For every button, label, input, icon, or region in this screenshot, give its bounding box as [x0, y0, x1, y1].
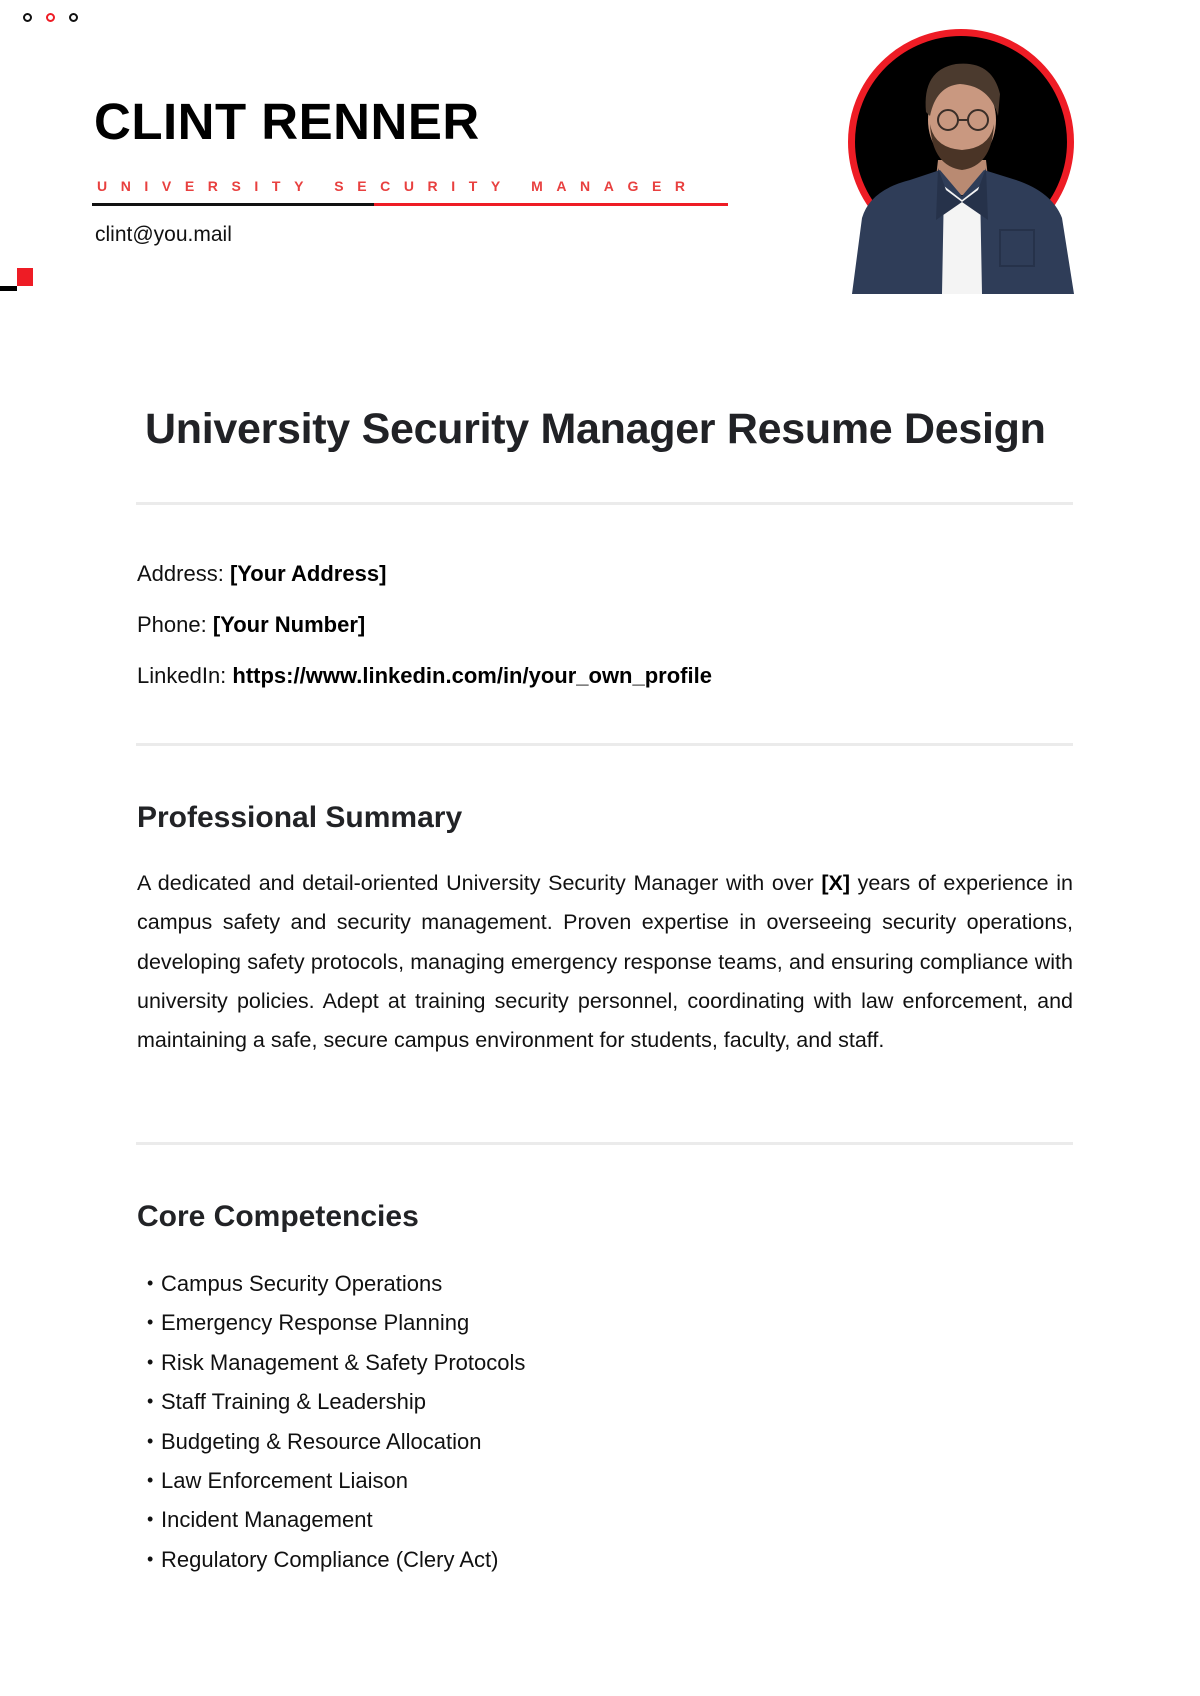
bullet-icon: • — [147, 1273, 154, 1293]
competency-label: Regulatory Compliance (Clery Act) — [161, 1546, 499, 1572]
contact-linkedin: LinkedIn: https://www.linkedin.com/in/yo… — [137, 662, 712, 690]
section-divider — [136, 743, 1073, 746]
competency-label: Emergency Response Planning — [161, 1310, 470, 1336]
summary-text: A dedicated and detail-oriented Universi… — [137, 864, 1073, 1060]
summary-text-before: A dedicated and detail-oriented Universi… — [137, 871, 822, 895]
contact-phone-label: Phone: — [137, 612, 213, 637]
competency-item: • Emergency Response Planning — [147, 1303, 525, 1342]
bullet-icon: • — [147, 1391, 154, 1412]
person-portrait-icon — [852, 63, 1074, 294]
bullet-icon: • — [147, 1351, 154, 1372]
competency-item: • Incident Management — [147, 1500, 525, 1539]
competencies-list: • Campus Security Operations • Emergency R… — [147, 1264, 525, 1579]
bullet-icon: • — [147, 1548, 154, 1569]
contact-address-label: Address: — [137, 561, 230, 586]
contact-linkedin-link[interactable]: https://www.linkedin.com/in/your_own_pro… — [232, 663, 712, 688]
competency-item: • Law Enforcement Liaison — [147, 1461, 525, 1500]
bullet-icon: • — [147, 1509, 154, 1530]
competency-label: Incident Management — [161, 1507, 373, 1533]
competency-item: • Campus Security Operations — [147, 1264, 525, 1303]
bullet-icon: • — [147, 1470, 154, 1491]
competency-item: • Staff Training & Leadership — [147, 1382, 525, 1421]
summary-years-placeholder: [X] — [821, 871, 850, 895]
competency-label: Staff Training & Leadership — [161, 1389, 426, 1415]
competency-label: Budgeting & Resource Allocation — [161, 1428, 482, 1454]
profile-photo — [840, 20, 1085, 294]
summary-heading: Professional Summary — [137, 801, 463, 834]
candidate-name: CLINT RENNER — [94, 93, 480, 150]
header-underline-black — [92, 203, 374, 206]
section-divider — [136, 1142, 1073, 1145]
competency-label: Campus Security Operations — [161, 1271, 443, 1296]
section-divider — [136, 502, 1073, 505]
candidate-email: clint@you.mail — [95, 223, 232, 246]
competencies-heading: Core Competencies — [137, 1200, 419, 1233]
summary-text-after: years of experience in campus safety and… — [137, 871, 1073, 1053]
competency-item: • Budgeting & Resource Allocation — [147, 1422, 525, 1461]
window-dot-icon — [69, 13, 78, 22]
header-underline-red — [374, 203, 728, 206]
competency-item: • Risk Management & Safety Protocols — [147, 1343, 525, 1382]
decorative-red-square — [17, 268, 33, 286]
bullet-icon: • — [147, 1312, 154, 1333]
competency-label: Risk Management & Safety Protocols — [161, 1349, 526, 1375]
bullet-icon: • — [147, 1430, 154, 1451]
competency-label: Law Enforcement Liaison — [161, 1468, 409, 1494]
contact-linkedin-label: LinkedIn: — [137, 663, 233, 688]
decorative-black-bar — [0, 286, 17, 291]
contact-address-value: [Your Address] — [229, 561, 387, 586]
contact-address: Address: [Your Address] — [137, 560, 386, 588]
document-title: University Security Manager Resume Desig… — [145, 405, 1046, 453]
contact-phone: Phone: [Your Number] — [137, 611, 365, 639]
candidate-role: UNIVERSITY SECURITY MANAGER — [97, 178, 699, 194]
competency-item: • Regulatory Compliance (Clery Act) — [147, 1540, 525, 1579]
contact-phone-value: [Your Number] — [212, 612, 366, 637]
window-dot-icon — [23, 13, 32, 22]
window-dot-red-icon — [46, 13, 55, 22]
